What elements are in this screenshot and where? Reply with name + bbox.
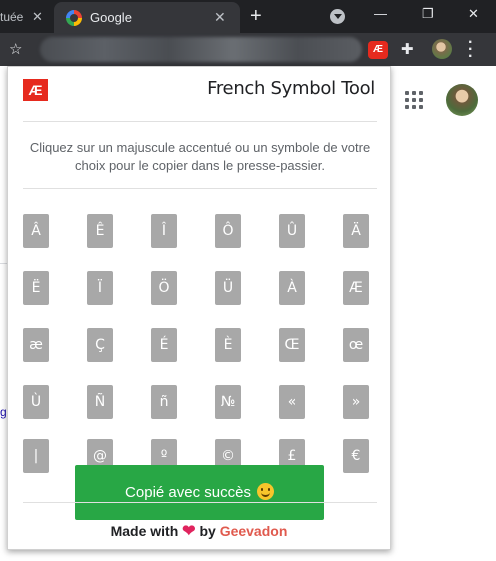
symbol-button[interactable]: Ë <box>23 271 49 305</box>
divider <box>23 188 377 189</box>
profile-avatar[interactable] <box>432 39 452 59</box>
close-icon[interactable]: ✕ <box>214 9 226 26</box>
by-text: by <box>199 523 216 539</box>
tab-label: tuée <box>0 10 24 24</box>
heart-icon: ❤ <box>182 523 196 540</box>
footer-credit: Made with ❤ by Geevadon <box>8 521 390 541</box>
tab-bar: tuée ✕ Google ✕ + — ❐ ✕ <box>0 0 496 33</box>
symbol-button[interactable]: € <box>343 439 369 473</box>
symbol-button[interactable]: Ü <box>215 271 241 305</box>
symbol-button[interactable]: Ê <box>87 214 113 248</box>
symbol-button[interactable]: Œ <box>279 328 305 362</box>
symbol-button[interactable]: Û <box>279 214 305 248</box>
extensions-puzzle-icon[interactable]: ✚ <box>401 40 414 58</box>
made-with-text: Made with <box>110 523 179 539</box>
symbol-button[interactable]: № <box>215 385 241 419</box>
browser-toolbar: ☆ Æ ✚ · · · <box>0 33 496 66</box>
smiley-icon <box>256 483 274 500</box>
symbol-button[interactable]: æ <box>23 328 49 362</box>
symbol-button[interactable]: À <box>279 271 305 305</box>
kebab-menu-icon[interactable]: · · · <box>468 35 473 65</box>
tab-label: Google <box>90 10 132 25</box>
close-window-button[interactable]: ✕ <box>468 6 479 22</box>
symbol-button[interactable]: Î <box>151 214 177 248</box>
symbol-button[interactable]: » <box>343 385 369 419</box>
symbol-button[interactable]: œ <box>343 328 369 362</box>
new-tab-button[interactable]: + <box>250 5 262 28</box>
extension-popup: Æ French Symbol Tool Cliquez sur un maju… <box>7 66 391 550</box>
instructions-text: Cliquez sur un majuscule accentué ou un … <box>29 140 371 173</box>
account-avatar[interactable] <box>446 84 478 116</box>
minimize-button[interactable]: — <box>374 6 387 21</box>
popup-title: French Symbol Tool <box>207 78 375 99</box>
symbol-button[interactable]: « <box>279 385 305 419</box>
divider <box>23 121 377 122</box>
symbol-button[interactable]: È <box>215 328 241 362</box>
apps-grid-icon[interactable] <box>405 91 423 109</box>
bookmark-star-icon[interactable]: ☆ <box>9 40 22 58</box>
tab-search-icon[interactable] <box>330 9 345 24</box>
close-icon[interactable]: ✕ <box>32 9 43 25</box>
symbol-button[interactable]: Ô <box>215 214 241 248</box>
symbol-button[interactable]: É <box>151 328 177 362</box>
tab-google[interactable]: Google ✕ <box>54 2 240 33</box>
symbol-button[interactable]: | <box>23 439 49 473</box>
copy-success-toast: Copié avec succès <box>75 465 324 520</box>
symbol-button[interactable]: Ù <box>23 385 49 419</box>
address-bar[interactable] <box>40 37 362 62</box>
symbol-button[interactable]: Â <box>23 214 49 248</box>
logo: Æ <box>23 79 48 101</box>
toast-message: Copié avec succès <box>125 484 251 501</box>
symbol-button[interactable]: Æ <box>343 271 369 305</box>
symbol-button[interactable]: ñ <box>151 385 177 419</box>
french-symbol-extension-icon[interactable]: Æ <box>368 41 388 59</box>
google-favicon-icon <box>66 10 82 26</box>
divider <box>23 502 377 503</box>
symbol-button[interactable]: Ä <box>343 214 369 248</box>
symbol-button[interactable]: Ï <box>87 271 113 305</box>
symbol-button[interactable]: Ç <box>87 328 113 362</box>
tab-previous[interactable]: tuée ✕ <box>0 0 52 33</box>
author-link[interactable]: Geevadon <box>220 523 288 539</box>
page-link-fragment: g <box>0 405 7 419</box>
restore-button[interactable]: ❐ <box>422 6 434 22</box>
symbol-button[interactable]: Ñ <box>87 385 113 419</box>
symbol-button[interactable]: Ö <box>151 271 177 305</box>
